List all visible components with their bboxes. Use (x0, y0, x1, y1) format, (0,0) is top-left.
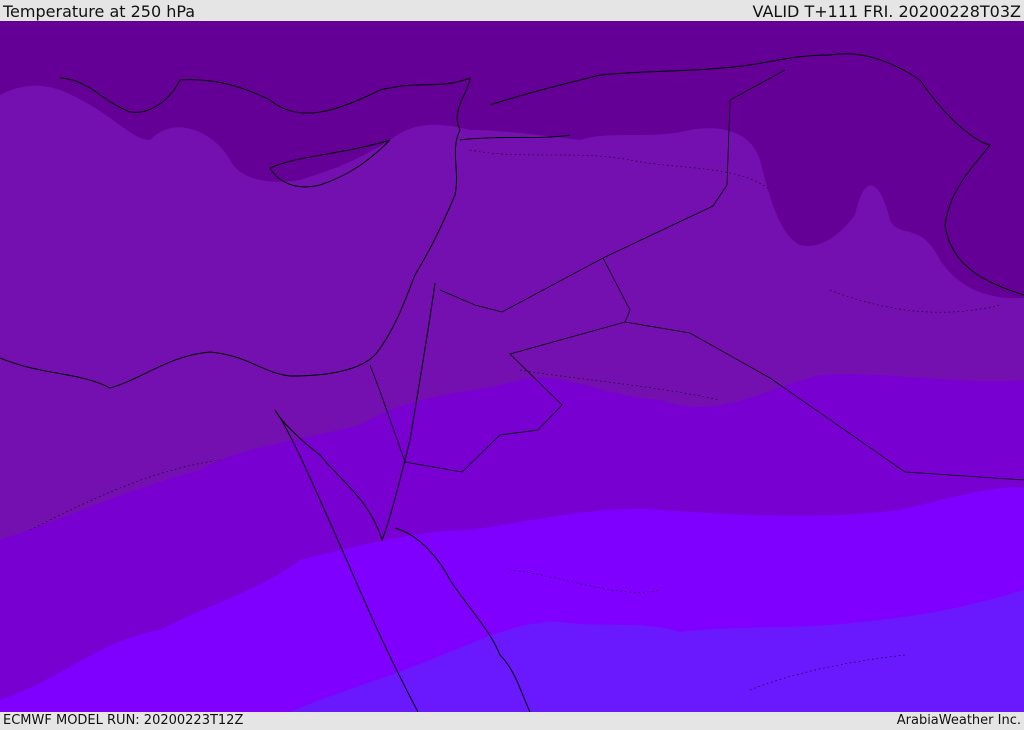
temperature-map (0, 21, 1024, 712)
footer-bar: ECMWF MODEL RUN: 20200223T12Z ArabiaWeat… (0, 712, 1024, 729)
header-bar: Temperature at 250 hPa VALID T+111 FRI. … (0, 0, 1024, 21)
model-run: ECMWF MODEL RUN: 20200223T12Z (3, 713, 244, 728)
credit: ArabiaWeather Inc. (896, 713, 1021, 728)
